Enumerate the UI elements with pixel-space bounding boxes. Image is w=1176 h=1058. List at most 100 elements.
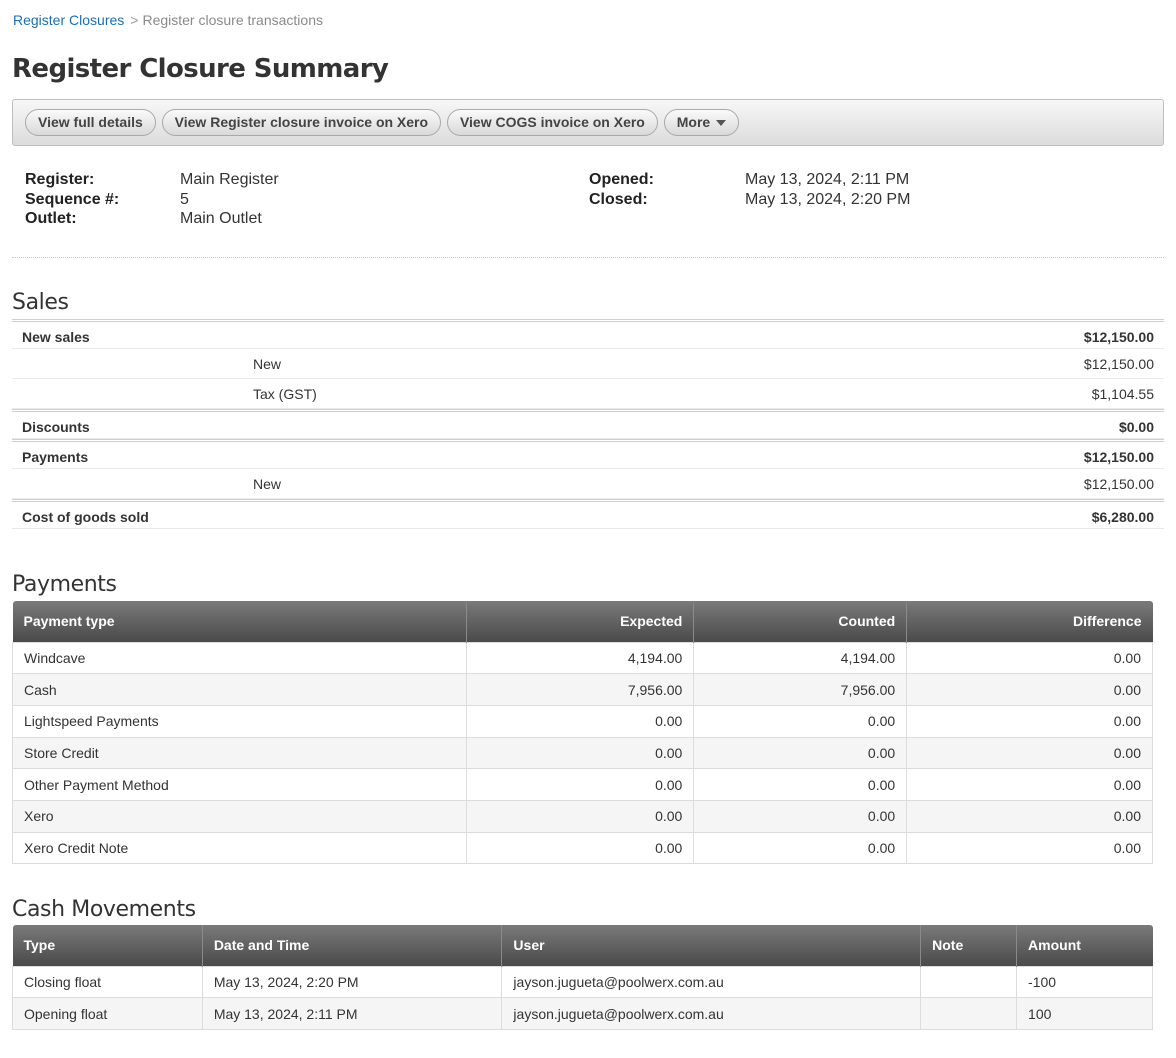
difference-cell: 0.00 — [906, 641, 1153, 675]
payments-heading: Payments — [12, 572, 117, 597]
sales-summary: New sales $12,150.00 New $12,150.00 Tax … — [12, 319, 1164, 529]
cash-movements-heading: Cash Movements — [12, 897, 196, 922]
column-header-amount[interactable]: Amount — [1016, 925, 1153, 966]
sales-heading: Sales — [12, 290, 69, 315]
column-header-type[interactable]: Type — [12, 925, 203, 966]
discounts-value: $0.00 — [1118, 419, 1154, 435]
expected-cell: 0.00 — [465, 736, 695, 770]
payment-type-cell: Other Payment Method — [12, 768, 467, 801]
date-time-cell: May 13, 2024, 2:20 PM — [201, 965, 503, 999]
payment-type-cell: Windcave — [12, 641, 467, 675]
payments-header-row: Payment type Expected Counted Difference — [12, 601, 1153, 642]
cash-movements-header-row: Type Date and Time User Note Amount — [12, 925, 1153, 966]
payment-type-cell: Xero — [12, 799, 467, 833]
difference-cell: 0.00 — [906, 768, 1153, 801]
breadcrumb-link-register-closures[interactable]: Register Closures — [13, 12, 124, 28]
sales-row-payments-new: New $12,150.00 — [12, 469, 1164, 499]
table-row: Xero 0.00 0.00 0.00 — [12, 799, 1153, 833]
table-row: Other Payment Method 0.00 0.00 0.00 — [12, 768, 1153, 801]
opened-value: May 13, 2024, 2:11 PM — [745, 171, 910, 188]
difference-cell: 0.00 — [906, 704, 1153, 738]
outlet-value: Main Outlet — [180, 210, 262, 227]
new-label: New — [253, 356, 282, 372]
type-cell: Opening float — [12, 997, 203, 1030]
sales-row-cogs: Cost of goods sold $6,280.00 — [12, 499, 1164, 529]
sales-row-payments: Payments $12,150.00 — [12, 439, 1164, 469]
cash-movements-table: Type Date and Time User Note Amount Clos… — [12, 925, 1153, 1030]
counted-cell: 0.00 — [693, 768, 908, 801]
tax-value: $1,104.55 — [1091, 386, 1154, 402]
payments-label: Payments — [22, 449, 89, 465]
payments-table: Payment type Expected Counted Difference… — [12, 601, 1153, 865]
expected-cell: 0.00 — [465, 831, 695, 865]
table-row: Store Credit 0.00 0.00 0.00 — [12, 736, 1153, 770]
sales-row-discounts: Discounts $0.00 — [12, 409, 1164, 439]
new-sales-label: New sales — [22, 329, 90, 345]
outlet-label: Outlet: — [25, 210, 77, 227]
closed-value: May 13, 2024, 2:20 PM — [745, 190, 911, 208]
expected-cell: 7,956.00 — [465, 673, 695, 706]
table-row: Closing float May 13, 2024, 2:20 PM jayson… — [12, 965, 1153, 999]
breadcrumb-current: Register closure transactions — [142, 12, 323, 28]
page-title: Register Closure Summary — [12, 54, 389, 84]
payments-new-label: New — [253, 476, 282, 492]
counted-cell: 0.00 — [693, 704, 908, 738]
view-full-details-button[interactable]: View full details — [25, 109, 156, 136]
counted-cell: 0.00 — [693, 831, 908, 865]
difference-cell: 0.00 — [906, 831, 1153, 865]
cogs-label: Cost of goods sold — [22, 509, 149, 525]
column-header-user[interactable]: User — [501, 925, 921, 966]
action-toolbar: View full details View Register closure … — [12, 99, 1164, 146]
sales-row-new-sales: New sales $12,150.00 — [12, 319, 1164, 349]
register-value: Main Register — [180, 171, 279, 188]
column-header-expected[interactable]: Expected — [465, 601, 694, 642]
note-cell — [920, 965, 1018, 999]
expected-cell: 4,194.00 — [465, 641, 695, 675]
sequence-label: Sequence #: — [25, 190, 120, 208]
table-row: Cash 7,956.00 7,956.00 0.00 — [12, 673, 1153, 706]
table-row: Opening float May 13, 2024, 2:11 PM jayson… — [12, 997, 1153, 1030]
table-row: Windcave 4,194.00 4,194.00 0.00 — [12, 641, 1153, 675]
difference-cell: 0.00 — [906, 799, 1153, 833]
payment-type-cell: Cash — [12, 673, 467, 706]
sales-row-new: New $12,150.00 — [12, 349, 1164, 379]
more-dropdown-button[interactable]: More — [663, 109, 740, 136]
column-header-payment-type[interactable]: Payment type — [12, 601, 467, 642]
column-header-date-time[interactable]: Date and Time — [201, 925, 502, 966]
new-value: $12,150.00 — [1083, 356, 1154, 372]
counted-cell: 0.00 — [693, 799, 908, 833]
view-closure-invoice-button[interactable]: View Register closure invoice on Xero — [161, 109, 442, 136]
column-header-note[interactable]: Note — [920, 925, 1017, 966]
counted-cell: 4,194.00 — [693, 641, 908, 675]
difference-cell: 0.00 — [906, 736, 1153, 770]
expected-cell: 0.00 — [465, 799, 695, 833]
payments-total: $12,150.00 — [1083, 449, 1154, 465]
sales-row-tax: Tax (GST) $1,104.55 — [12, 379, 1164, 409]
amount-cell: 100 — [1016, 997, 1153, 1030]
payments-new-value: $12,150.00 — [1083, 476, 1154, 492]
caret-down-icon — [716, 120, 727, 127]
column-header-difference[interactable]: Difference — [906, 601, 1153, 642]
amount-cell: -100 — [1016, 965, 1153, 999]
view-cogs-invoice-button[interactable]: View COGS invoice on Xero — [446, 109, 658, 136]
note-cell — [920, 997, 1018, 1030]
difference-cell: 0.00 — [906, 673, 1153, 706]
discounts-label: Discounts — [22, 419, 90, 435]
date-time-cell: May 13, 2024, 2:11 PM — [201, 997, 503, 1030]
cogs-value: $6,280.00 — [1091, 509, 1154, 525]
column-header-counted[interactable]: Counted — [693, 601, 907, 642]
counted-cell: 7,956.00 — [693, 673, 908, 706]
counted-cell: 0.00 — [693, 736, 908, 770]
payment-type-cell: Xero Credit Note — [12, 831, 467, 865]
opened-label: Opened: — [589, 171, 654, 188]
user-cell: jayson.jugueta@poolwerx.com.au — [501, 997, 922, 1030]
more-label: More — [676, 114, 711, 130]
type-cell: Closing float — [12, 965, 203, 999]
payment-type-cell: Store Credit — [12, 736, 467, 770]
breadcrumb-separator: > — [130, 12, 139, 28]
expected-cell: 0.00 — [465, 704, 695, 738]
tax-label: Tax (GST) — [253, 386, 317, 402]
new-sales-total: $12,150.00 — [1083, 329, 1154, 345]
user-cell: jayson.jugueta@poolwerx.com.au — [501, 965, 922, 999]
closed-label: Closed: — [589, 190, 648, 208]
